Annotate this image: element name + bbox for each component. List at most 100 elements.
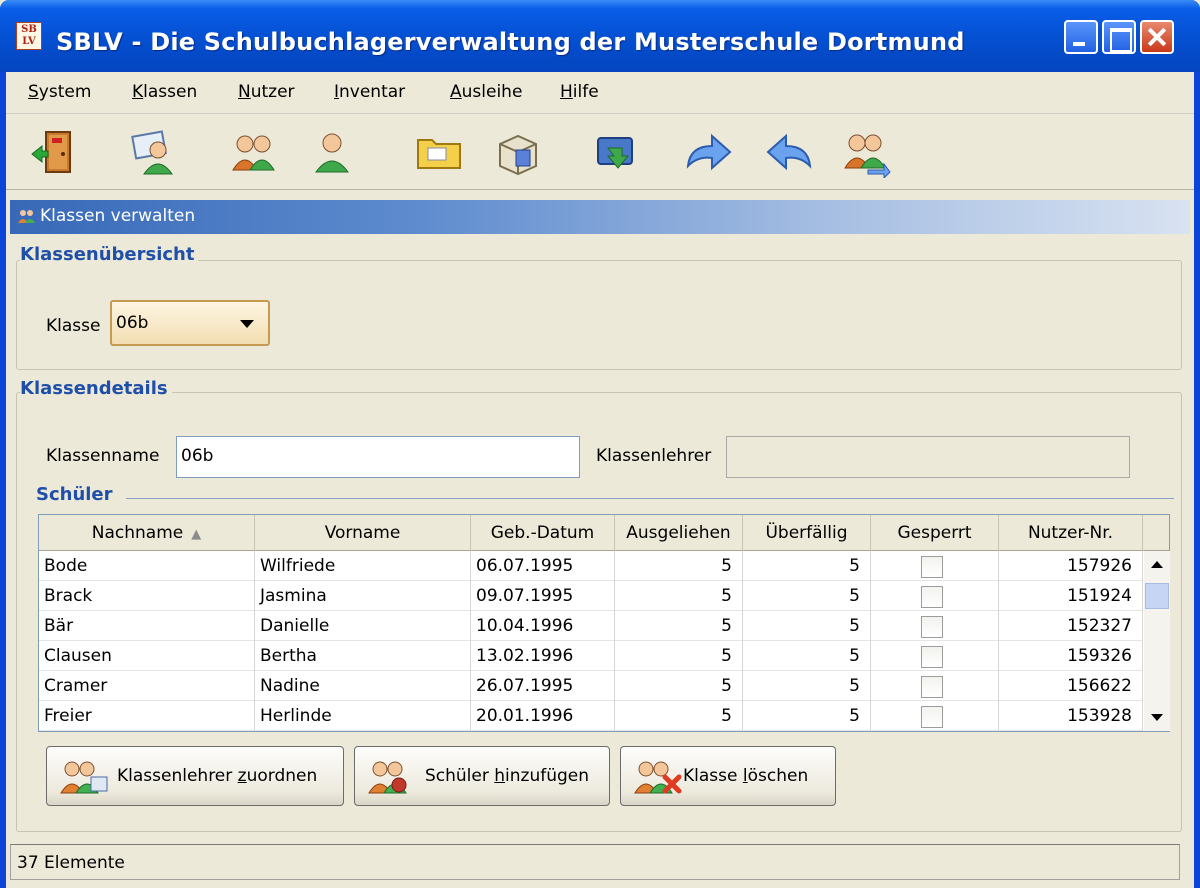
cell-gesperrt (871, 581, 999, 611)
class-select[interactable]: 06b (110, 300, 270, 346)
cell-ausgeliehen: 5 (615, 671, 743, 701)
col-nachname[interactable]: Nachname ▲ (39, 515, 255, 551)
gesperrt-checkbox[interactable] (921, 706, 943, 728)
class-teacher-field (726, 436, 1130, 478)
scroll-up-icon[interactable] (1145, 553, 1169, 577)
inventory-icon[interactable] (492, 126, 544, 178)
cell-ueberfaellig: 5 (743, 611, 871, 641)
exit-door-icon[interactable] (28, 126, 80, 178)
col-ausgeliehen[interactable]: Ausgeliehen (615, 515, 743, 551)
gesperrt-checkbox[interactable] (921, 586, 943, 608)
cell-nachname: Bode (39, 551, 255, 581)
cell-datum: 13.02.1996 (471, 641, 615, 671)
details-group-title: Klassendetails (20, 378, 172, 399)
maximize-button[interactable] (1102, 20, 1136, 54)
cell-ausgeliehen: 5 (615, 611, 743, 641)
menu-klassen[interactable]: Klassen (132, 82, 197, 102)
status-text: 37 Elemente (17, 853, 125, 873)
cell-vorname: Herlinde (255, 701, 471, 731)
panel-header: Klassen verwalten (10, 200, 1190, 234)
menu-bar: System Klassen Nutzer Inventar Ausleihe … (6, 72, 1194, 114)
col-gesperrt[interactable]: Gesperrt (871, 515, 999, 551)
gesperrt-checkbox[interactable] (921, 556, 943, 578)
class-users-icon (18, 208, 36, 229)
delete-class-label: Klasse löschen (683, 766, 809, 786)
col-geb-datum[interactable]: Geb.-Datum (471, 515, 615, 551)
cell-vorname: Bertha (255, 641, 471, 671)
book-return-icon[interactable] (590, 126, 642, 178)
cell-ausgeliehen: 5 (615, 641, 743, 671)
cell-nachname: Freier (39, 701, 255, 731)
window-title: SBLV - Die Schulbuchlagerverwaltung der … (56, 28, 965, 56)
add-students-button[interactable]: Schüler hinzufügen (354, 746, 610, 806)
table-row[interactable]: Bode Wilfriede 06.07.1995 5 5 157926 (39, 551, 1143, 581)
table-scrollbar[interactable] (1144, 551, 1170, 731)
menu-hilfe[interactable]: Hilfe (560, 82, 599, 102)
cell-nachname: Bär (39, 611, 255, 641)
cell-ueberfaellig: 5 (743, 701, 871, 731)
class-name-label: Klassenname (46, 446, 160, 466)
cell-vorname: Wilfriede (255, 551, 471, 581)
assign-teacher-icon (59, 759, 113, 800)
delete-class-icon (633, 759, 687, 800)
table-row[interactable]: Cramer Nadine 26.07.1995 5 5 156622 (39, 671, 1143, 701)
table-row[interactable]: Freier Herlinde 20.01.1996 5 5 153928 (39, 701, 1143, 731)
folder-icon[interactable] (414, 126, 466, 178)
table-row[interactable]: Brack Jasmina 09.07.1995 5 5 151924 (39, 581, 1143, 611)
class-name-input[interactable]: 06b (176, 436, 580, 478)
scroll-thumb[interactable] (1145, 583, 1169, 609)
class-teacher-label: Klassenlehrer (596, 446, 712, 466)
add-students-icon (367, 759, 421, 800)
close-button[interactable] (1140, 20, 1174, 54)
cell-nachname: Brack (39, 581, 255, 611)
col-nutzer-nr[interactable]: Nutzer-Nr. (999, 515, 1143, 551)
cell-datum: 26.07.1995 (471, 671, 615, 701)
cell-ueberfaellig: 5 (743, 641, 871, 671)
menu-nutzer[interactable]: Nutzer (238, 82, 295, 102)
app-logo-icon: SB LV (16, 22, 42, 50)
status-bar: 37 Elemente (10, 844, 1180, 880)
students-table: Nachname ▲ Vorname Geb.-Datum Ausgeliehen… (38, 514, 1170, 732)
user-card-icon[interactable] (128, 126, 180, 178)
menu-inventar[interactable]: Inventar (334, 82, 405, 102)
assign-teacher-button[interactable]: Klassenlehrer zuordnen (46, 746, 344, 806)
cell-ueberfaellig: 5 (743, 551, 871, 581)
cell-gesperrt (871, 641, 999, 671)
gesperrt-checkbox[interactable] (921, 676, 943, 698)
chevron-down-icon[interactable] (240, 320, 254, 328)
arrow-back-icon[interactable] (764, 126, 816, 178)
header-filler (1143, 515, 1169, 551)
class-users-icon[interactable] (228, 126, 280, 178)
class-label: Klasse (46, 316, 101, 336)
students-title: Schüler (36, 484, 121, 505)
minimize-button[interactable] (1064, 20, 1098, 54)
cell-ausgeliehen: 5 (615, 551, 743, 581)
cell-gesperrt (871, 701, 999, 731)
cell-vorname: Danielle (255, 611, 471, 641)
cell-nutzer-nr: 153928 (999, 701, 1143, 731)
gesperrt-checkbox[interactable] (921, 616, 943, 638)
col-vorname[interactable]: Vorname (255, 515, 471, 551)
cell-datum: 09.07.1995 (471, 581, 615, 611)
cell-nutzer-nr: 157926 (999, 551, 1143, 581)
panel-title: Klassen verwalten (40, 206, 196, 226)
cell-ueberfaellig: 5 (743, 581, 871, 611)
students-separator (126, 498, 1174, 499)
table-row[interactable]: Clausen Bertha 13.02.1996 5 5 159326 (39, 641, 1143, 671)
gesperrt-checkbox[interactable] (921, 646, 943, 668)
title-bar[interactable]: SB LV SBLV - Die Schulbuchlagerverwaltung… (0, 0, 1200, 72)
table-row[interactable]: Bär Danielle 10.04.1996 5 5 152327 (39, 611, 1143, 641)
delete-class-button[interactable]: Klasse löschen (620, 746, 836, 806)
cell-ausgeliehen: 5 (615, 581, 743, 611)
arrow-forward-icon[interactable] (682, 126, 734, 178)
single-user-icon[interactable] (306, 126, 358, 178)
scroll-down-icon[interactable] (1145, 705, 1169, 729)
menu-ausleihe[interactable]: Ausleihe (450, 82, 522, 102)
users-exchange-icon[interactable] (840, 126, 892, 180)
cell-nutzer-nr: 159326 (999, 641, 1143, 671)
cell-datum: 06.07.1995 (471, 551, 615, 581)
menu-system[interactable]: System (28, 82, 91, 102)
cell-nachname: Clausen (39, 641, 255, 671)
cell-ueberfaellig: 5 (743, 671, 871, 701)
col-ueberfaellig[interactable]: Überfällig (743, 515, 871, 551)
